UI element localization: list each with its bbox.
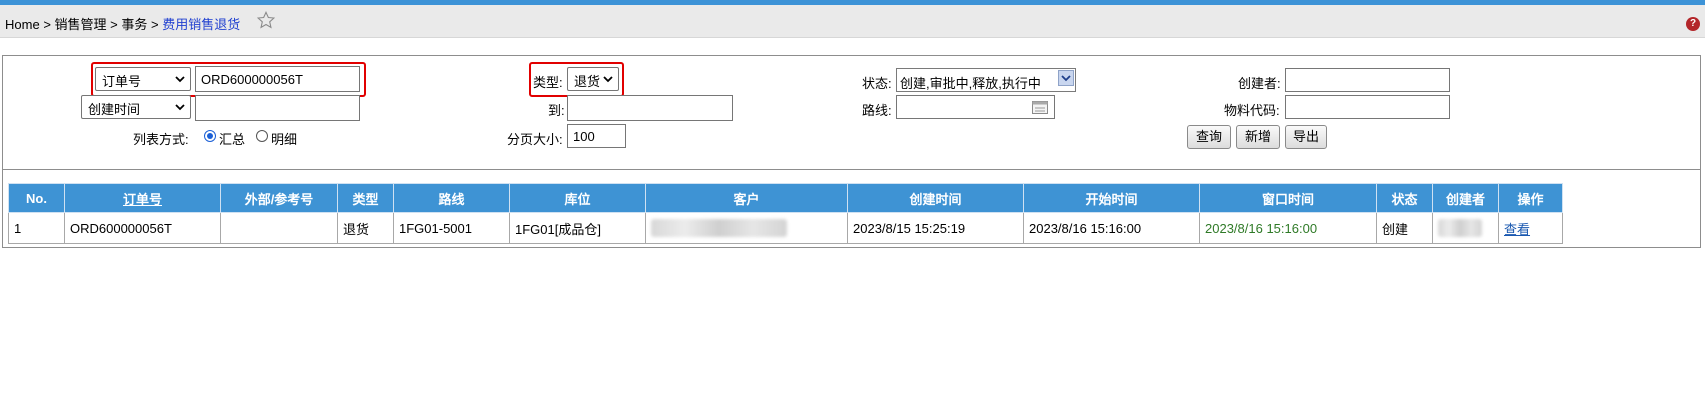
column-header-customer: 客户: [645, 183, 848, 213]
list-mode-detail-label: 明细: [271, 132, 298, 147]
breadcrumb-sales[interactable]: 销售管理: [55, 17, 107, 32]
creator-label: 创建者:: [1238, 76, 1281, 91]
redacted-customer: [651, 219, 787, 237]
cell-route: 1FG01-5001: [393, 212, 510, 244]
table-header-row: No. 订单号 外部/参考号 类型 路线 库位 客户 创建时间 开始时间 窗口时…: [8, 183, 1563, 213]
time-field-select[interactable]: 创建时间: [81, 95, 191, 119]
results-table: No. 订单号 外部/参考号 类型 路线 库位 客户 创建时间 开始时间 窗口时…: [8, 183, 1563, 244]
column-header-order[interactable]: 订单号: [64, 183, 221, 213]
cell-action: 查看: [1498, 212, 1563, 244]
status-multiselect[interactable]: 创建,审批中,释放,执行中: [896, 68, 1076, 92]
star-icon[interactable]: [257, 11, 275, 29]
list-mode-summary-radio[interactable]: [204, 130, 216, 142]
material-code-input[interactable]: [1285, 95, 1450, 119]
time-from-input[interactable]: [195, 95, 360, 121]
column-header-reference: 外部/参考号: [220, 183, 338, 213]
creator-input[interactable]: [1285, 68, 1450, 92]
time-field-select-value: 创建时间: [88, 102, 141, 117]
column-header-window-time: 窗口时间: [1199, 183, 1377, 213]
breadcrumb-separator: >: [43, 17, 51, 32]
table-row: 1 ORD600000056T 退货 1FG01-5001 1FG01[成品仓]…: [8, 212, 1563, 244]
redacted-creator: [1438, 219, 1482, 237]
calendar-icon[interactable]: [1032, 100, 1048, 114]
column-header-location: 库位: [509, 183, 646, 213]
column-header-created-time: 创建时间: [847, 183, 1024, 213]
time-to-input[interactable]: [567, 95, 733, 121]
breadcrumb-current: 费用销售退货: [162, 17, 241, 32]
help-icon[interactable]: ?: [1686, 17, 1700, 31]
cell-reference: [220, 212, 338, 244]
to-label: 到:: [548, 103, 565, 118]
status-multiselect-value: 创建,审批中,释放,执行中: [900, 76, 1041, 91]
query-button[interactable]: 查询: [1187, 125, 1231, 149]
material-code-label: 物料代码:: [1224, 103, 1280, 118]
column-header-status: 状态: [1376, 183, 1433, 213]
column-header-no: No.: [8, 183, 65, 213]
breadcrumb-transactions[interactable]: 事务: [121, 17, 147, 32]
route-picker[interactable]: [896, 95, 1055, 119]
breadcrumb-separator: >: [151, 17, 159, 32]
column-header-action: 操作: [1498, 183, 1563, 213]
add-button[interactable]: 新增: [1236, 125, 1280, 149]
view-link[interactable]: 查看: [1504, 222, 1530, 237]
cell-no: 1: [8, 212, 65, 244]
cell-order-number: ORD600000056T: [64, 212, 221, 244]
column-header-type: 类型: [337, 183, 394, 213]
dropdown-arrow-icon[interactable]: [1058, 70, 1074, 86]
breadcrumb-bar: Home > 销售管理 > 事务 > 费用销售退货 ?: [0, 5, 1705, 38]
highlight-type-box: [529, 62, 624, 97]
cell-start-time: 2023/8/16 15:16:00: [1023, 212, 1200, 244]
route-label: 路线:: [862, 103, 892, 118]
cell-created-time: 2023/8/15 15:25:19: [847, 212, 1024, 244]
column-header-route: 路线: [393, 183, 510, 213]
cell-customer: [645, 212, 848, 244]
chevron-down-icon: [175, 104, 185, 111]
cell-window-time: 2023/8/16 15:16:00: [1199, 212, 1377, 244]
page-size-label: 分页大小:: [507, 132, 563, 147]
breadcrumb-separator: >: [110, 17, 118, 32]
page-size-input[interactable]: [567, 124, 626, 148]
breadcrumb: Home > 销售管理 > 事务 > 费用销售退货: [5, 14, 240, 33]
cell-creator: [1432, 212, 1499, 244]
list-mode-detail-radio[interactable]: [256, 130, 268, 142]
filter-panel: 订单号 创建时间 列表方式: 汇总 明细 类型: 退货 到: 分页大小: 状态:…: [2, 55, 1701, 170]
cell-location: 1FG01[成品仓]: [509, 212, 646, 244]
export-button[interactable]: 导出: [1285, 125, 1327, 149]
cell-status: 创建: [1376, 212, 1433, 244]
column-header-creator: 创建者: [1432, 183, 1499, 213]
status-label: 状态:: [862, 76, 892, 91]
highlight-order-box: [91, 62, 366, 97]
list-mode-summary-label: 汇总: [219, 132, 246, 147]
list-mode-label: 列表方式:: [133, 132, 189, 147]
breadcrumb-home[interactable]: Home: [5, 17, 40, 32]
cell-type: 退货: [337, 212, 394, 244]
column-header-start-time: 开始时间: [1023, 183, 1200, 213]
